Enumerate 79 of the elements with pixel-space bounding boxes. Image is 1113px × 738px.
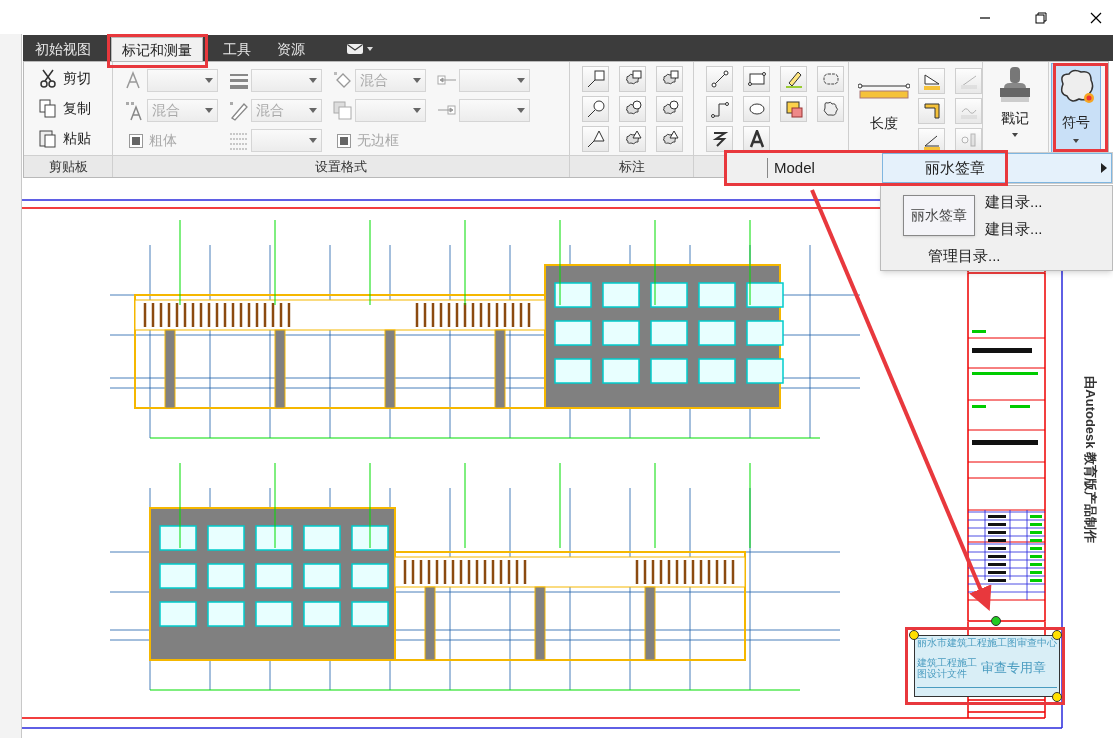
rectangle-icon <box>747 70 766 88</box>
tool-button[interactable] <box>582 96 609 122</box>
tool-button[interactable] <box>619 66 646 92</box>
caret-icon <box>517 78 525 83</box>
length-button[interactable]: 长度 <box>857 68 910 148</box>
caret-icon <box>309 78 317 83</box>
clipboard-button[interactable]: 粘贴 <box>39 127 112 149</box>
tool-button[interactable] <box>656 66 683 92</box>
caret-icon <box>367 47 373 51</box>
menu-item[interactable]: Model <box>772 156 817 180</box>
grip-handle-icon[interactable] <box>1052 692 1062 702</box>
ellipse-icon <box>747 100 766 118</box>
caret-icon <box>309 108 317 113</box>
line-icon <box>710 70 729 88</box>
grip-handle-icon[interactable] <box>909 630 919 640</box>
line-style-icon <box>229 130 249 151</box>
tool-button[interactable] <box>743 66 770 92</box>
group-label: 标注 <box>618 157 645 176</box>
caret-icon <box>413 78 421 83</box>
text-icon <box>747 130 766 148</box>
area-icon <box>922 72 941 90</box>
tool-button[interactable] <box>706 66 733 92</box>
stamp-text: 建筑工程施工 <box>917 657 977 668</box>
watermark-text: 由Autodesk 教育版产品制作 <box>1081 376 1099 544</box>
close-icon <box>1090 12 1102 24</box>
caret-icon <box>205 108 213 113</box>
stamp-text: 图设计文件 <box>917 668 968 679</box>
copy-icon <box>39 98 57 118</box>
square-callout-icon <box>586 70 605 88</box>
corner-ruler-icon <box>922 102 941 120</box>
ribbon-tab[interactable]: 工具 <box>217 37 257 61</box>
count-icon <box>959 132 978 150</box>
cloud-icon <box>821 70 840 88</box>
grip-handle-icon[interactable] <box>991 616 1001 626</box>
text-size-icon <box>125 100 145 121</box>
fill-pattern-icon <box>333 100 353 121</box>
stamp-button[interactable]: 戳记 <box>987 64 1043 152</box>
caret-icon <box>1073 139 1079 143</box>
stamp-icon <box>998 66 1032 104</box>
group-label: 设置格式 <box>315 157 367 176</box>
restore-icon <box>1035 12 1047 24</box>
caret-icon <box>517 108 525 113</box>
tool-button[interactable] <box>656 126 683 152</box>
ribbon-tab[interactable]: 初始视图 <box>29 37 97 61</box>
ribbon-tab[interactable]: 资源 <box>271 37 311 61</box>
menu-item[interactable]: 管理目录... <box>881 243 1112 270</box>
tool-button[interactable] <box>706 126 733 152</box>
circle-callout-icon <box>586 100 605 118</box>
caret-icon <box>413 108 421 113</box>
stamp-text: 丽水市建筑工程施工图审查中心 <box>917 637 1057 649</box>
pen-scribble-icon <box>710 130 729 148</box>
caret-icon <box>1012 133 1018 137</box>
polygon-cloud-icon <box>821 100 840 118</box>
tool-button[interactable] <box>582 126 609 152</box>
highlighter-icon <box>784 70 803 88</box>
envelope-icon <box>347 44 363 54</box>
clipboard-button[interactable]: 剪切 <box>39 67 112 89</box>
tool-button[interactable] <box>743 126 770 152</box>
stamp-text: 审查专用章 <box>981 659 1046 678</box>
clipboard-button[interactable]: 复制 <box>39 97 112 119</box>
group-label: 剪贴板 <box>48 157 88 176</box>
tool-button[interactable] <box>619 126 646 152</box>
ruler-icon <box>857 82 910 99</box>
cut-icon <box>39 68 57 88</box>
paste-icon <box>39 128 57 148</box>
tool-button[interactable] <box>619 96 646 122</box>
text-box-icon <box>784 100 803 118</box>
tool-button[interactable] <box>656 96 683 122</box>
menu-item[interactable]: 丽水签章 <box>882 153 1112 183</box>
submenu-arrow-icon <box>1101 163 1107 173</box>
tool-button[interactable] <box>706 96 733 122</box>
polyline-icon <box>710 100 729 118</box>
caret-icon <box>309 138 317 143</box>
caret-icon <box>205 78 213 83</box>
tool-button[interactable] <box>780 66 807 92</box>
tooltip: 丽水签章 <box>903 195 975 236</box>
ribbon-tab[interactable]: 标记和测量 <box>111 37 203 61</box>
triangle-callout-icon <box>586 130 605 148</box>
pencil-icon <box>229 100 249 121</box>
